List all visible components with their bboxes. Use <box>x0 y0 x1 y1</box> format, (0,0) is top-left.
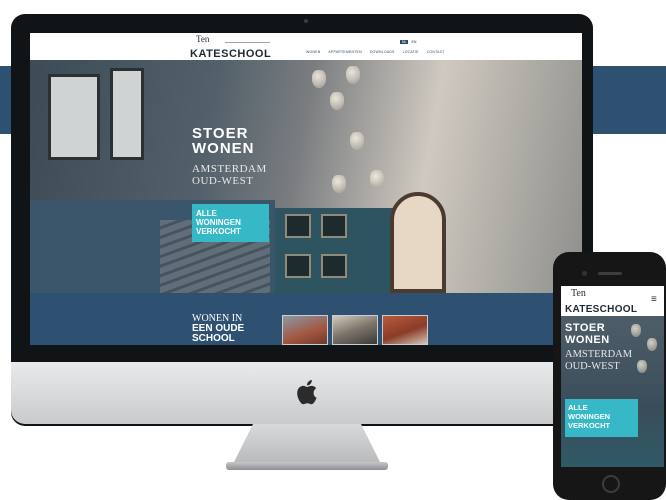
pendant-lamp <box>312 70 326 88</box>
mobile-header: Ten KATESCHOOL ≡ <box>561 286 664 316</box>
lang-en[interactable]: EN <box>411 40 416 44</box>
hero-title-line: STOER <box>192 125 249 142</box>
nav-item-contact[interactable]: CONTACT <box>427 50 445 54</box>
apple-logo-icon <box>297 380 317 405</box>
hero-subtitle: AMSTERDAM OUD-WEST <box>192 163 267 187</box>
mobile-screen: Ten KATESCHOOL ≡ STOER WONEN AMSTERDAM O… <box>561 286 664 467</box>
photo-window <box>48 74 100 160</box>
site-header: Ten KATESCHOOL NL EN WONEN APPARTEMENTEN… <box>30 33 582 60</box>
photo-arched-window <box>390 192 446 293</box>
cta-line: ALLE <box>196 209 217 218</box>
mobile-title-line: WONEN <box>565 334 610 346</box>
mobile-cta-line: VERKOCHT <box>568 421 611 430</box>
pendant-lamp <box>637 360 647 373</box>
lang-nl[interactable]: NL <box>400 40 409 44</box>
mobile-logo[interactable]: Ten KATESCHOOL <box>565 289 637 317</box>
mobile-hero-title: STOER WONEN <box>565 322 610 346</box>
pendant-lamp <box>350 132 364 150</box>
desktop-screen: Ten KATESCHOOL NL EN WONEN APPARTEMENTEN… <box>30 33 582 345</box>
hero-title-line: WONEN <box>192 140 255 157</box>
mobile-logo-ten: Ten <box>571 288 586 299</box>
gallery-thumbnail[interactable] <box>382 315 428 345</box>
nav-item-appartementen[interactable]: APPARTEMENTEN <box>328 50 361 54</box>
mobile-title-line: STOER <box>565 322 606 334</box>
nav-item-downloads[interactable]: DOWNLOADS <box>370 50 395 54</box>
pendant-lamp <box>370 170 384 188</box>
intro-heading: WONEN IN EEN OUDE SCHOOL <box>192 314 244 344</box>
hero-title: STOER WONEN <box>192 126 255 156</box>
logo-kateschool: KATESCHOOL <box>190 48 272 60</box>
gallery-thumbnail[interactable] <box>332 315 378 345</box>
photo-tower-window <box>285 254 311 278</box>
mobile-cta-line: WONINGEN <box>568 412 611 421</box>
nav-item-wonen[interactable]: WONEN <box>306 50 320 54</box>
phone-speaker <box>598 272 622 275</box>
imac-camera <box>304 19 308 23</box>
intro-section: WONEN IN EEN OUDE SCHOOL <box>30 293 582 345</box>
logo-rule <box>225 42 270 43</box>
mobile-sold-out-button[interactable]: ALLE WONINGEN VERKOCHT <box>565 399 638 437</box>
photo-window <box>110 68 144 160</box>
intro-heading-line: SCHOOL <box>192 333 235 344</box>
imac-stand-foot <box>226 462 388 470</box>
gallery-thumbnail[interactable] <box>282 315 328 345</box>
mockup-stage: Ten KATESCHOOL NL EN WONEN APPARTEMENTEN… <box>0 0 666 500</box>
hamburger-menu-icon[interactable]: ≡ <box>651 295 657 305</box>
imac-stand <box>232 424 382 466</box>
mobile-cta-line: ALLE <box>568 403 588 412</box>
pendant-lamp <box>330 92 344 110</box>
sold-out-button[interactable]: ALLE WONINGEN VERKOCHT <box>192 204 269 242</box>
phone-home-button[interactable] <box>602 475 620 493</box>
pendant-lamp <box>631 324 641 337</box>
mobile-subtitle-line: OUD-WEST <box>565 361 620 372</box>
phone-camera <box>582 271 587 276</box>
language-switch: NL EN <box>400 40 416 44</box>
photo-tower-window <box>321 254 347 278</box>
cta-line: WONINGEN <box>196 218 241 227</box>
main-nav: WONEN APPARTEMENTEN DOWNLOADS LOCATIE CO… <box>306 50 445 54</box>
pendant-lamp <box>332 175 346 193</box>
photo-tower-window <box>321 214 347 238</box>
site-logo[interactable]: Ten KATESCHOOL <box>190 35 271 62</box>
nav-item-locatie[interactable]: LOCATIE <box>403 50 419 54</box>
pendant-lamp <box>346 66 360 84</box>
cta-line: VERKOCHT <box>196 227 241 236</box>
hero-subtitle-line: OUD-WEST <box>192 175 254 187</box>
photo-stairwell <box>275 208 403 293</box>
mobile-subtitle-line: AMSTERDAM <box>565 349 633 360</box>
hero-subtitle-line: AMSTERDAM <box>192 163 267 175</box>
hero-photo: STOER WONEN AMSTERDAM OUD-WEST ALLE WONI… <box>30 60 582 293</box>
pendant-lamp <box>647 338 657 351</box>
mobile-logo-kateschool: KATESCHOOL <box>565 304 638 315</box>
mobile-hero-subtitle: AMSTERDAM OUD-WEST <box>565 349 632 373</box>
photo-tower-window <box>285 214 311 238</box>
